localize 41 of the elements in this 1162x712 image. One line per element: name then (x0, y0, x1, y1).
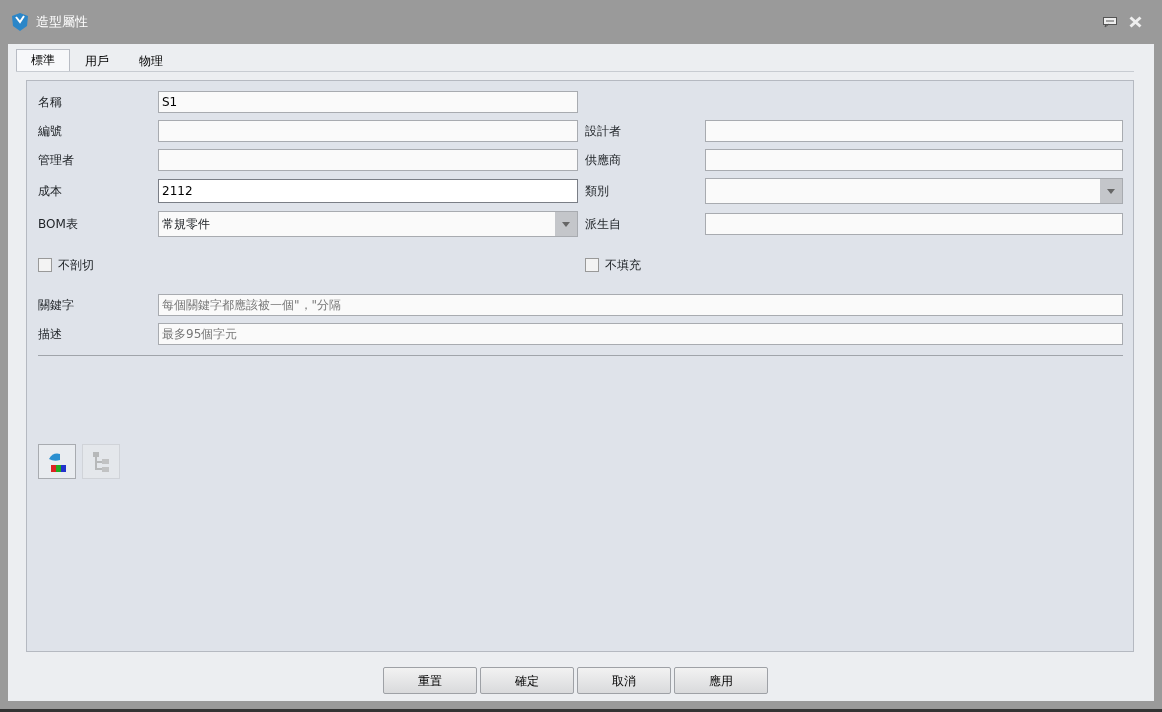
window-title: 造型屬性 (36, 13, 88, 32)
field-label: 類別 (585, 183, 610, 200)
field-label: 描述 (38, 326, 63, 343)
field-label: 關鍵字 (38, 297, 75, 314)
dialog-button[interactable]: 確定 (479, 667, 574, 694)
tab[interactable]: 標準 (16, 49, 70, 71)
dropdown-field[interactable]: 常規零件 (158, 211, 578, 237)
tab[interactable]: 物理 (124, 51, 178, 71)
field-label: 供應商 (585, 152, 622, 169)
input-field[interactable]: 2112 (158, 179, 578, 203)
dropdown-arrow-icon (1107, 188, 1115, 194)
field-label: BOM表 (38, 216, 79, 233)
comment-icon[interactable] (1103, 16, 1117, 28)
input-field[interactable] (705, 149, 1123, 171)
dialog-button[interactable]: 重置 (382, 667, 477, 694)
input-field[interactable] (705, 120, 1123, 142)
input-field[interactable]: 每個關鍵字都應該被一個"，"分隔 (158, 294, 1123, 316)
checkbox-label: 不填充 (605, 257, 641, 274)
appearance-button[interactable] (38, 444, 76, 479)
field-label: 管理者 (38, 152, 75, 169)
field-label: 編號 (38, 123, 63, 140)
dropdown-field[interactable] (705, 178, 1123, 204)
input-field[interactable]: S1 (158, 91, 578, 113)
input-field[interactable]: 最多95個字元 (158, 323, 1123, 345)
app-icon (10, 12, 30, 32)
field-label: 設計者 (585, 123, 622, 140)
dropdown-arrow-icon (562, 221, 570, 227)
tree-icon (90, 449, 112, 474)
field-label: 成本 (38, 183, 63, 200)
checkbox[interactable] (38, 258, 52, 272)
field-label: 派生自 (585, 216, 622, 233)
field-label: 名稱 (38, 94, 63, 111)
input-field[interactable] (705, 213, 1123, 235)
close-icon[interactable] (1129, 16, 1142, 28)
input-field[interactable] (158, 120, 578, 142)
checkbox[interactable] (585, 258, 599, 272)
dialog-button[interactable]: 應用 (673, 667, 768, 694)
input-field[interactable] (158, 149, 578, 171)
tab[interactable]: 用戶 (70, 51, 124, 71)
checkbox-label: 不剖切 (58, 257, 94, 274)
dialog-button[interactable]: 取消 (576, 667, 671, 694)
